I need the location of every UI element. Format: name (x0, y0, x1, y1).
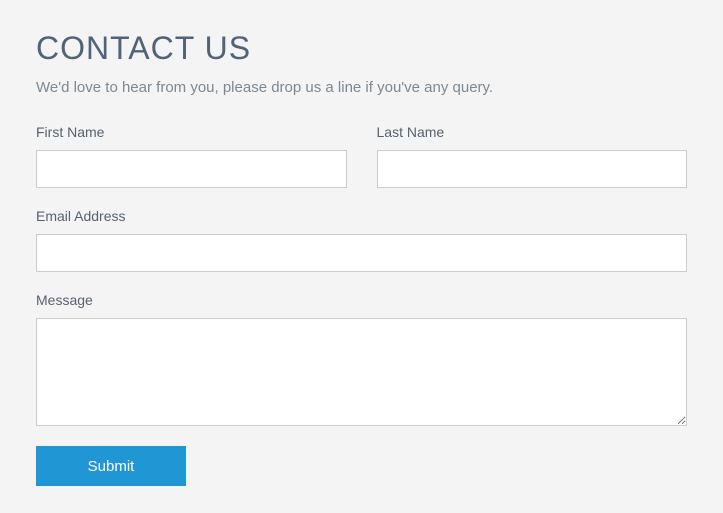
message-label: Message (36, 292, 687, 308)
email-label: Email Address (36, 208, 687, 224)
page-title: CONTACT US (36, 30, 687, 67)
first-name-group: First Name (36, 124, 347, 188)
first-name-input[interactable] (36, 150, 347, 188)
last-name-group: Last Name (377, 124, 688, 188)
last-name-label: Last Name (377, 124, 688, 140)
email-group: Email Address (36, 208, 687, 272)
message-group: Message (36, 292, 687, 426)
page-subtitle: We'd love to hear from you, please drop … (36, 79, 687, 96)
submit-button[interactable]: Submit (36, 446, 186, 486)
message-textarea[interactable] (36, 318, 687, 426)
contact-form: First Name Last Name Email Address Messa… (36, 124, 687, 486)
first-name-label: First Name (36, 124, 347, 140)
last-name-input[interactable] (377, 150, 688, 188)
email-input[interactable] (36, 234, 687, 272)
